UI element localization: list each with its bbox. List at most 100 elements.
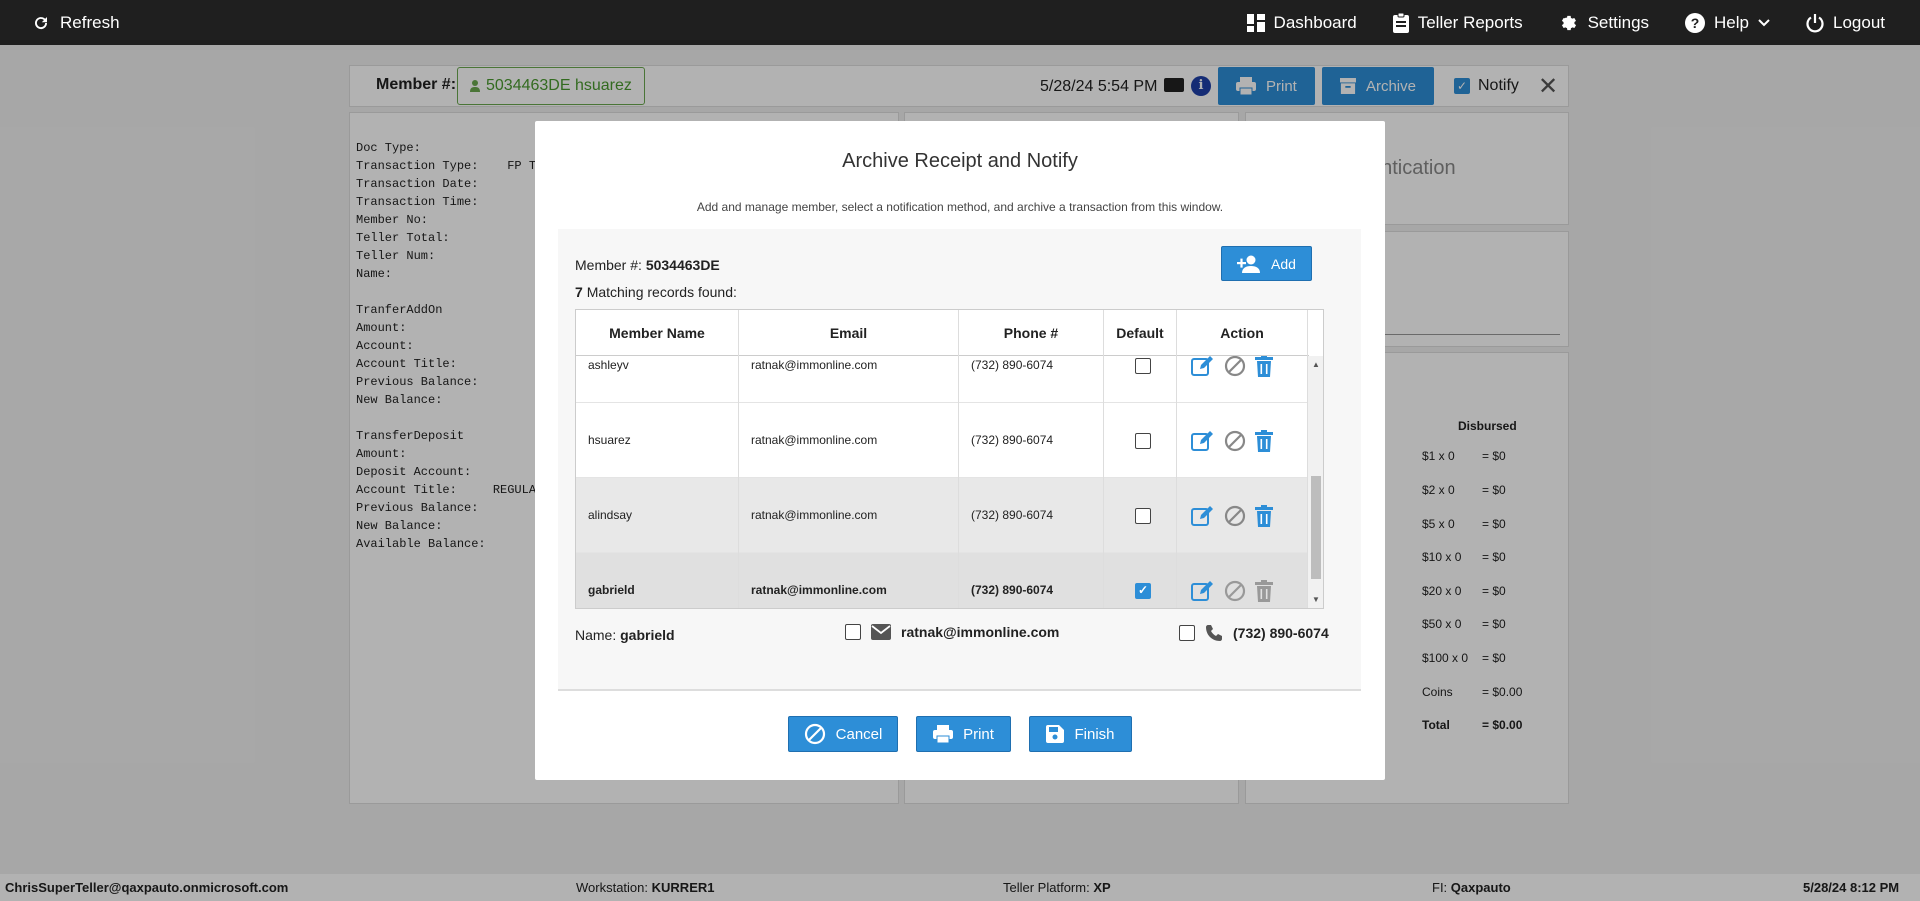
phone-notify-checkbox[interactable] bbox=[1179, 625, 1195, 641]
selected-name-label: Name: bbox=[575, 627, 617, 643]
default-checkbox-checked[interactable]: ✓ bbox=[1135, 583, 1151, 599]
trash-icon[interactable] bbox=[1255, 430, 1273, 452]
nav-teller-reports-label: Teller Reports bbox=[1417, 12, 1523, 32]
table-header: Member Name Email Phone # Default Action bbox=[576, 310, 1309, 356]
nav-teller-reports[interactable]: Teller Reports bbox=[1392, 12, 1523, 33]
phone-notify-option: (732) 890-6074 bbox=[1179, 624, 1329, 642]
print-button[interactable]: Print bbox=[916, 716, 1011, 752]
scroll-down-arrow-icon[interactable]: ▼ bbox=[1312, 595, 1320, 604]
cancel-circle-icon bbox=[804, 723, 825, 745]
cell-member-name: gabrield bbox=[576, 553, 739, 608]
dialog-subtitle: Add and manage member, select a notifica… bbox=[696, 200, 1224, 214]
edit-icon[interactable] bbox=[1191, 356, 1215, 377]
nav-logout-label: Logout bbox=[1833, 12, 1885, 32]
default-checkbox[interactable] bbox=[1135, 358, 1151, 374]
dialog-title: Archive Receipt and Notify bbox=[842, 150, 1078, 172]
edit-icon[interactable] bbox=[1191, 430, 1215, 452]
default-checkbox[interactable] bbox=[1135, 433, 1151, 449]
selected-name: Name: gabrield bbox=[575, 627, 675, 643]
table-row-selected[interactable]: gabrield ratnak@immonline.com (732) 890-… bbox=[576, 553, 1309, 608]
fi-value: Qaxpauto bbox=[1450, 880, 1511, 895]
power-icon bbox=[1806, 13, 1824, 32]
add-user-icon bbox=[1237, 255, 1261, 273]
cancel-button[interactable]: Cancel bbox=[788, 716, 898, 752]
selected-member-row: Name: gabrield ratnak@immonline.com (732… bbox=[575, 624, 1335, 648]
cancel-label: Cancel bbox=[835, 725, 883, 743]
save-icon bbox=[1046, 725, 1065, 743]
status-bar: ChrisSuperTeller@qaxpauto.onmicrosoft.co… bbox=[0, 874, 1920, 901]
status-user: ChrisSuperTeller@qaxpauto.onmicrosoft.co… bbox=[5, 880, 289, 895]
row-actions bbox=[1191, 505, 1273, 527]
scroll-up-arrow-icon[interactable]: ▲ bbox=[1312, 360, 1320, 369]
cell-email: ratnak@immonline.com bbox=[739, 356, 959, 403]
nav-settings[interactable]: Settings bbox=[1559, 13, 1649, 33]
cell-member-name: hsuarez bbox=[576, 403, 739, 478]
column-header-action: Action bbox=[1177, 310, 1308, 356]
disable-icon[interactable] bbox=[1224, 356, 1246, 377]
email-notify-option: ratnak@immonline.com bbox=[845, 624, 1059, 640]
cell-member-name: alindsay bbox=[576, 478, 739, 553]
table-scrollbar[interactable]: ▲ ▼ bbox=[1307, 356, 1323, 608]
envelope-icon bbox=[871, 624, 891, 640]
finish-button[interactable]: Finish bbox=[1029, 716, 1132, 752]
default-checkbox[interactable] bbox=[1135, 508, 1151, 524]
svg-text:?: ? bbox=[1691, 15, 1700, 31]
column-header-default[interactable]: Default bbox=[1104, 310, 1177, 356]
nav-dashboard-label: Dashboard bbox=[1273, 12, 1357, 32]
workstation-value: KURRER1 bbox=[651, 880, 715, 895]
platform-label: Teller Platform: bbox=[1003, 880, 1090, 895]
edit-icon[interactable] bbox=[1191, 580, 1215, 602]
trash-icon[interactable] bbox=[1255, 356, 1273, 377]
match-text: Matching records found: bbox=[586, 284, 737, 300]
phone-icon bbox=[1206, 625, 1222, 641]
cell-default bbox=[1104, 553, 1177, 608]
cell-phone: (732) 890-6074 bbox=[959, 553, 1104, 608]
table-row[interactable]: ashleyv ratnak@immonline.com (732) 890-6… bbox=[576, 356, 1309, 403]
chevron-down-icon bbox=[1758, 18, 1770, 26]
cell-phone: (732) 890-6074 bbox=[959, 356, 1104, 403]
question-circle-icon: ? bbox=[1685, 12, 1706, 33]
member-number-line: Member #: 5034463DE bbox=[575, 257, 720, 273]
member-number-value: 5034463DE bbox=[645, 257, 720, 273]
scroll-thumb[interactable] bbox=[1311, 476, 1321, 579]
table-row[interactable]: alindsay ratnak@immonline.com (732) 890-… bbox=[576, 478, 1309, 553]
match-count: 7 bbox=[575, 284, 583, 300]
row-actions bbox=[1191, 580, 1273, 602]
dialog-buttons: Cancel Print Finish bbox=[535, 716, 1385, 752]
print-label: Print bbox=[963, 725, 994, 743]
finish-label: Finish bbox=[1074, 725, 1115, 743]
disable-icon[interactable] bbox=[1224, 580, 1246, 602]
trash-icon[interactable] bbox=[1255, 505, 1273, 527]
gear-icon bbox=[1561, 15, 1576, 30]
row-actions bbox=[1191, 430, 1273, 452]
dashboard-icon bbox=[1246, 13, 1265, 32]
workstation-label: Workstation: bbox=[576, 880, 649, 895]
cell-member-name: ashleyv bbox=[576, 356, 739, 403]
selected-email: ratnak@immonline.com bbox=[901, 624, 1060, 640]
cell-email: ratnak@immonline.com bbox=[739, 553, 959, 608]
add-button-label: Add bbox=[1271, 255, 1296, 272]
email-notify-checkbox[interactable] bbox=[845, 624, 861, 640]
trash-icon-disabled bbox=[1255, 580, 1273, 602]
platform-value: XP bbox=[1093, 880, 1111, 895]
nav-dashboard[interactable]: Dashboard bbox=[1246, 12, 1357, 33]
row-actions bbox=[1191, 356, 1273, 377]
selected-phone: (732) 890-6074 bbox=[1233, 625, 1329, 641]
add-member-button[interactable]: Add bbox=[1221, 246, 1312, 281]
nav-help[interactable]: ? Help bbox=[1685, 12, 1770, 33]
cell-email: ratnak@immonline.com bbox=[739, 403, 959, 478]
nav-help-label: Help bbox=[1714, 12, 1749, 32]
disable-icon[interactable] bbox=[1224, 430, 1246, 452]
status-datetime: 5/28/24 8:12 PM bbox=[1803, 880, 1900, 895]
refresh-button[interactable]: Refresh bbox=[32, 0, 120, 45]
refresh-label: Refresh bbox=[60, 12, 120, 32]
edit-icon[interactable] bbox=[1191, 505, 1215, 527]
cell-email: ratnak@immonline.com bbox=[739, 478, 959, 553]
column-header-email[interactable]: Email bbox=[739, 310, 959, 356]
table-row[interactable]: hsuarez ratnak@immonline.com (732) 890-6… bbox=[576, 403, 1309, 478]
table-body[interactable]: ashleyv ratnak@immonline.com (732) 890-6… bbox=[576, 356, 1309, 608]
nav-logout[interactable]: Logout bbox=[1806, 13, 1885, 33]
column-header-phone[interactable]: Phone # bbox=[959, 310, 1104, 356]
column-header-member-name[interactable]: Member Name bbox=[576, 310, 739, 356]
disable-icon[interactable] bbox=[1224, 505, 1246, 527]
